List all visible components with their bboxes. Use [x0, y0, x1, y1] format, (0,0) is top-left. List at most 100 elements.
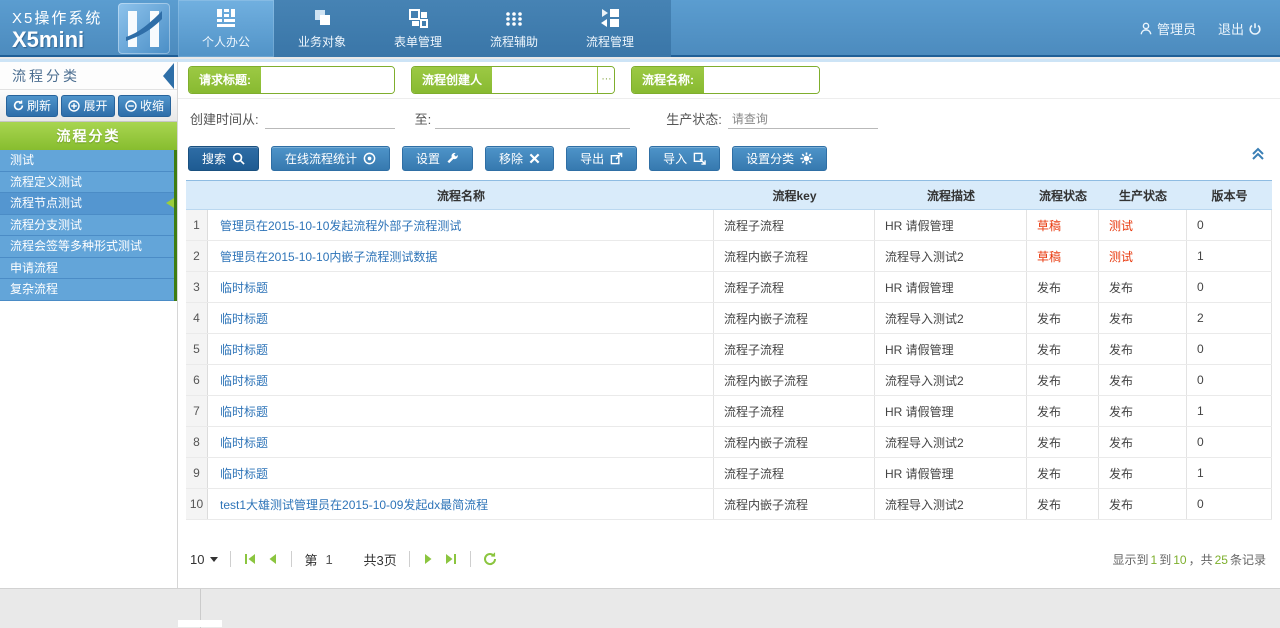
table-row[interactable]: 10 test1大雄测试管理员在2015-10-09发起dx最简流程 流程内嵌子… — [186, 489, 1272, 520]
set-category-label: 设置分类 — [746, 150, 794, 167]
row-index: 5 — [186, 334, 208, 364]
record-summary: 显示到1到10，共25条记录 — [1113, 551, 1266, 568]
table-row[interactable]: 1 管理员在2015-10-10发起流程外部子流程测试 流程子流程 HR 请假管… — [186, 210, 1272, 241]
brand-subtitle: X5mini — [12, 27, 84, 53]
prod-status-text: 发布 — [1109, 434, 1133, 451]
process-desc-cell: HR 请假管理 — [875, 272, 1027, 302]
page-size-select[interactable]: 10 — [190, 552, 218, 567]
tab-process-management[interactable]: 流程管理 — [562, 0, 658, 57]
sidebar-item[interactable]: 测试 — [0, 150, 174, 172]
page-number-input[interactable] — [325, 552, 347, 567]
process-desc-cell: HR 请假管理 — [875, 334, 1027, 364]
process-name-link[interactable]: 临时标题 — [220, 341, 268, 358]
process-key-cell: 流程子流程 — [714, 334, 875, 364]
panel-title-text: 流程分类 — [12, 68, 80, 84]
header-process-status: 流程状态 — [1027, 187, 1099, 204]
collapse-all-button[interactable]: 收缩 — [118, 95, 171, 117]
expand-label: 展开 — [83, 97, 107, 114]
tab-label: 表单管理 — [394, 33, 442, 50]
online-stats-button[interactable]: 在线流程统计 — [271, 146, 390, 171]
table-row[interactable]: 2 管理员在2015-10-10内嵌子流程测试数据 流程内嵌子流程 流程导入测试… — [186, 241, 1272, 272]
sidebar-item[interactable]: 流程定义测试 — [0, 172, 174, 194]
export-button[interactable]: 导出 — [566, 146, 637, 171]
remove-button[interactable]: 移除 — [485, 146, 554, 171]
process-name-link[interactable]: 临时标题 — [220, 403, 268, 420]
collapse-search-panel-icon[interactable] — [1250, 146, 1266, 162]
process-creator-input[interactable] — [492, 67, 597, 93]
tab-business-objects[interactable]: 业务对象 — [274, 0, 370, 57]
first-page-icon[interactable] — [243, 552, 257, 566]
process-status-cell: 发布 — [1027, 272, 1099, 302]
created-from-input[interactable] — [265, 109, 395, 129]
sidebar-item[interactable]: 流程分支测试 — [0, 215, 174, 237]
logout-button[interactable]: 退出 — [1218, 19, 1262, 38]
sidebar-item[interactable]: 申请流程 — [0, 258, 174, 280]
tab-form-management[interactable]: 表单管理 — [370, 0, 466, 57]
row-index: 8 — [186, 427, 208, 457]
table-row[interactable]: 6 临时标题 流程内嵌子流程 流程导入测试2 发布 发布 0 — [186, 365, 1272, 396]
expand-all-button[interactable]: 展开 — [61, 95, 114, 117]
refresh-button[interactable]: 刷新 — [6, 95, 58, 117]
header-process-name: 流程名称 — [208, 187, 714, 204]
process-status-cell: 草稿 — [1027, 241, 1099, 271]
status-text: 发布 — [1037, 403, 1061, 420]
status-text: 发布 — [1037, 310, 1061, 327]
table-row[interactable]: 4 临时标题 流程内嵌子流程 流程导入测试2 发布 发布 2 — [186, 303, 1272, 334]
next-page-icon[interactable] — [422, 552, 436, 566]
pagination-bar: 10 第 共3页 — [178, 544, 1280, 574]
table-row[interactable]: 9 临时标题 流程子流程 HR 请假管理 发布 发布 1 — [186, 458, 1272, 489]
table-row[interactable]: 3 临时标题 流程子流程 HR 请假管理 发布 发布 0 — [186, 272, 1272, 303]
gear-icon — [800, 152, 813, 165]
version-cell: 1 — [1187, 458, 1272, 488]
created-to-input[interactable] — [435, 109, 630, 129]
grid-blocks-icon — [215, 7, 237, 29]
process-name-label: 流程名称: — [632, 67, 704, 93]
set-category-button[interactable]: 设置分类 — [732, 146, 827, 171]
process-name-link[interactable]: 临时标题 — [220, 372, 268, 389]
process-desc-cell: 流程导入测试2 — [875, 303, 1027, 333]
prod-status-text: 测试 — [1109, 217, 1133, 234]
user-name: 管理员 — [1157, 19, 1196, 38]
process-name-link[interactable]: test1大雄测试管理员在2015-10-09发起dx最简流程 — [220, 496, 488, 513]
sidebar-collapse-arrow-icon[interactable] — [161, 63, 175, 89]
process-status-cell: 发布 — [1027, 365, 1099, 395]
prod-status-cell: 测试 — [1099, 210, 1187, 240]
creator-picker-button[interactable]: ⋯ — [597, 67, 614, 93]
process-key-cell: 流程子流程 — [714, 210, 875, 240]
process-status-cell: 发布 — [1027, 396, 1099, 426]
settings-button[interactable]: 设置 — [402, 146, 473, 171]
table-row[interactable]: 5 临时标题 流程子流程 HR 请假管理 发布 发布 0 — [186, 334, 1272, 365]
sidebar-item[interactable]: 复杂流程 — [0, 279, 174, 301]
current-user[interactable]: 管理员 — [1139, 19, 1196, 38]
import-button[interactable]: 导入 — [649, 146, 720, 171]
process-name-link[interactable]: 临时标题 — [220, 465, 268, 482]
last-page-icon[interactable] — [444, 552, 458, 566]
process-name-link[interactable]: 管理员在2015-10-10内嵌子流程测试数据 — [220, 248, 437, 265]
search-button[interactable]: 搜索 — [188, 146, 259, 171]
process-name-input[interactable] — [704, 67, 819, 93]
process-key-cell: 流程内嵌子流程 — [714, 241, 875, 271]
process-name-link[interactable]: 管理员在2015-10-10发起流程外部子流程测试 — [220, 217, 461, 234]
process-name-link[interactable]: 临时标题 — [220, 310, 268, 327]
sidebar-item[interactable]: 流程节点测试 — [0, 193, 174, 215]
divider — [230, 551, 231, 567]
process-name-link[interactable]: 临时标题 — [220, 434, 268, 451]
table-row[interactable]: 7 临时标题 流程子流程 HR 请假管理 发布 发布 1 — [186, 396, 1272, 427]
sidebar-item-label: 流程分支测试 — [10, 218, 82, 232]
tab-personal-office[interactable]: 个人办公 — [178, 0, 274, 57]
reload-icon[interactable] — [483, 552, 497, 566]
request-title-input[interactable] — [261, 67, 394, 93]
version-cell: 0 — [1187, 334, 1272, 364]
table-header: 流程名称 流程key 流程描述 流程状态 生产状态 版本号 — [186, 180, 1272, 210]
sidebar-item-label: 流程定义测试 — [10, 175, 82, 189]
table-row[interactable]: 8 临时标题 流程内嵌子流程 流程导入测试2 发布 发布 0 — [186, 427, 1272, 458]
prev-page-icon[interactable] — [265, 552, 279, 566]
row-index: 1 — [186, 210, 208, 240]
sidebar-item[interactable]: 流程会签等多种形式测试 — [0, 236, 174, 258]
tab-process-assist[interactable]: 流程辅助 — [466, 0, 562, 57]
splitter-handle[interactable] — [178, 620, 222, 627]
prod-status-input[interactable] — [728, 109, 878, 129]
category-list: 测试 流程定义测试 流程节点测试 流程分支测试 流程会签等多种形式测试 — [0, 150, 177, 301]
process-name-cell: 临时标题 — [208, 427, 714, 457]
process-name-link[interactable]: 临时标题 — [220, 279, 268, 296]
